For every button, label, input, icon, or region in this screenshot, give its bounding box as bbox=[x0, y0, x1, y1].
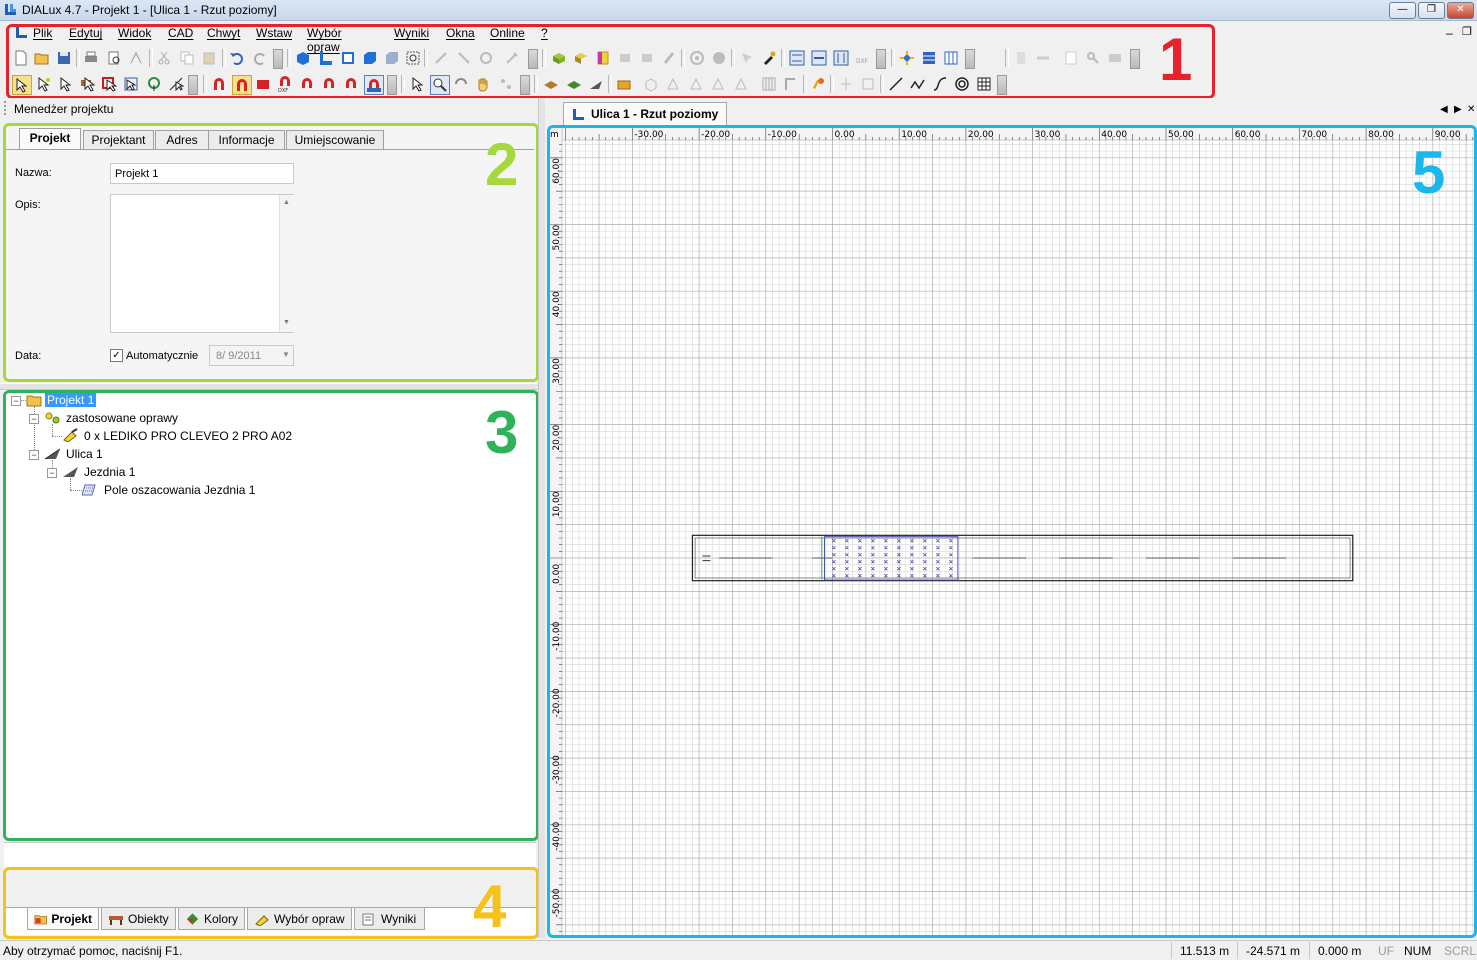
document-tab-floorplan[interactable]: Ulica 1 - Rzut poziomy bbox=[563, 102, 728, 125]
dialux-app-icon bbox=[5, 4, 16, 15]
status-help-text: Aby otrzymać pomoc, naciśnij F1. bbox=[3, 944, 183, 958]
annotation-box-1 bbox=[6, 24, 1215, 99]
minimize-button[interactable]: — bbox=[1389, 2, 1416, 19]
floor-plan-tab-icon bbox=[573, 108, 584, 120]
annotation-number-1: 1 bbox=[1159, 26, 1193, 93]
tab-scroll-left-icon[interactable]: ◀ bbox=[1440, 104, 1448, 115]
project-manager-title: Menedżer projektu bbox=[14, 102, 114, 116]
close-button[interactable]: ✕ bbox=[1447, 2, 1474, 19]
close-document-icon[interactable]: ✕ bbox=[1467, 104, 1475, 115]
annotation-number-3: 3 bbox=[485, 399, 519, 466]
annotation-number-4: 4 bbox=[473, 873, 507, 940]
status-num: NUM bbox=[1404, 944, 1432, 958]
status-x-coordinate: 11.513 m bbox=[1180, 944, 1230, 958]
annotation-box-5 bbox=[547, 125, 1477, 938]
status-z-coordinate: 0.000 m bbox=[1318, 944, 1362, 958]
panel-splitter[interactable] bbox=[0, 383, 540, 390]
document-tab-label: Ulica 1 - Rzut poziomy bbox=[591, 107, 719, 121]
annotation-box-4 bbox=[3, 867, 539, 939]
annotation-number-2: 2 bbox=[485, 131, 519, 198]
document-tab-strip: Ulica 1 - Rzut poziomy ◀ ▶ ✕ bbox=[545, 98, 1477, 126]
annotation-number-5: 5 bbox=[1412, 139, 1446, 206]
mdi-minimize-icon[interactable]: – bbox=[1446, 26, 1453, 40]
annotation-box-2 bbox=[3, 123, 539, 382]
status-scrl: SCRL bbox=[1444, 944, 1477, 958]
status-uf: UF bbox=[1378, 944, 1394, 958]
mdi-restore-icon[interactable]: ❐ bbox=[1462, 25, 1472, 38]
annotation-box-3 bbox=[3, 390, 539, 841]
restore-button[interactable]: ❐ bbox=[1418, 2, 1445, 19]
title-bar: DIALux 4.7 - Projekt 1 - [Ulica 1 - Rzut… bbox=[0, 0, 1477, 21]
vertical-splitter[interactable] bbox=[538, 98, 545, 938]
project-manager-header: Menedżer projektu bbox=[0, 98, 540, 120]
status-y-coordinate: -24.571 m bbox=[1246, 944, 1301, 958]
window-title: DIALux 4.7 - Projekt 1 - [Ulica 1 - Rzut… bbox=[22, 3, 277, 17]
tab-scroll-right-icon[interactable]: ▶ bbox=[1454, 104, 1462, 115]
status-bar: Aby otrzymać pomoc, naciśnij F1. 11.513 … bbox=[0, 940, 1477, 960]
grip-icon[interactable] bbox=[4, 101, 7, 115]
